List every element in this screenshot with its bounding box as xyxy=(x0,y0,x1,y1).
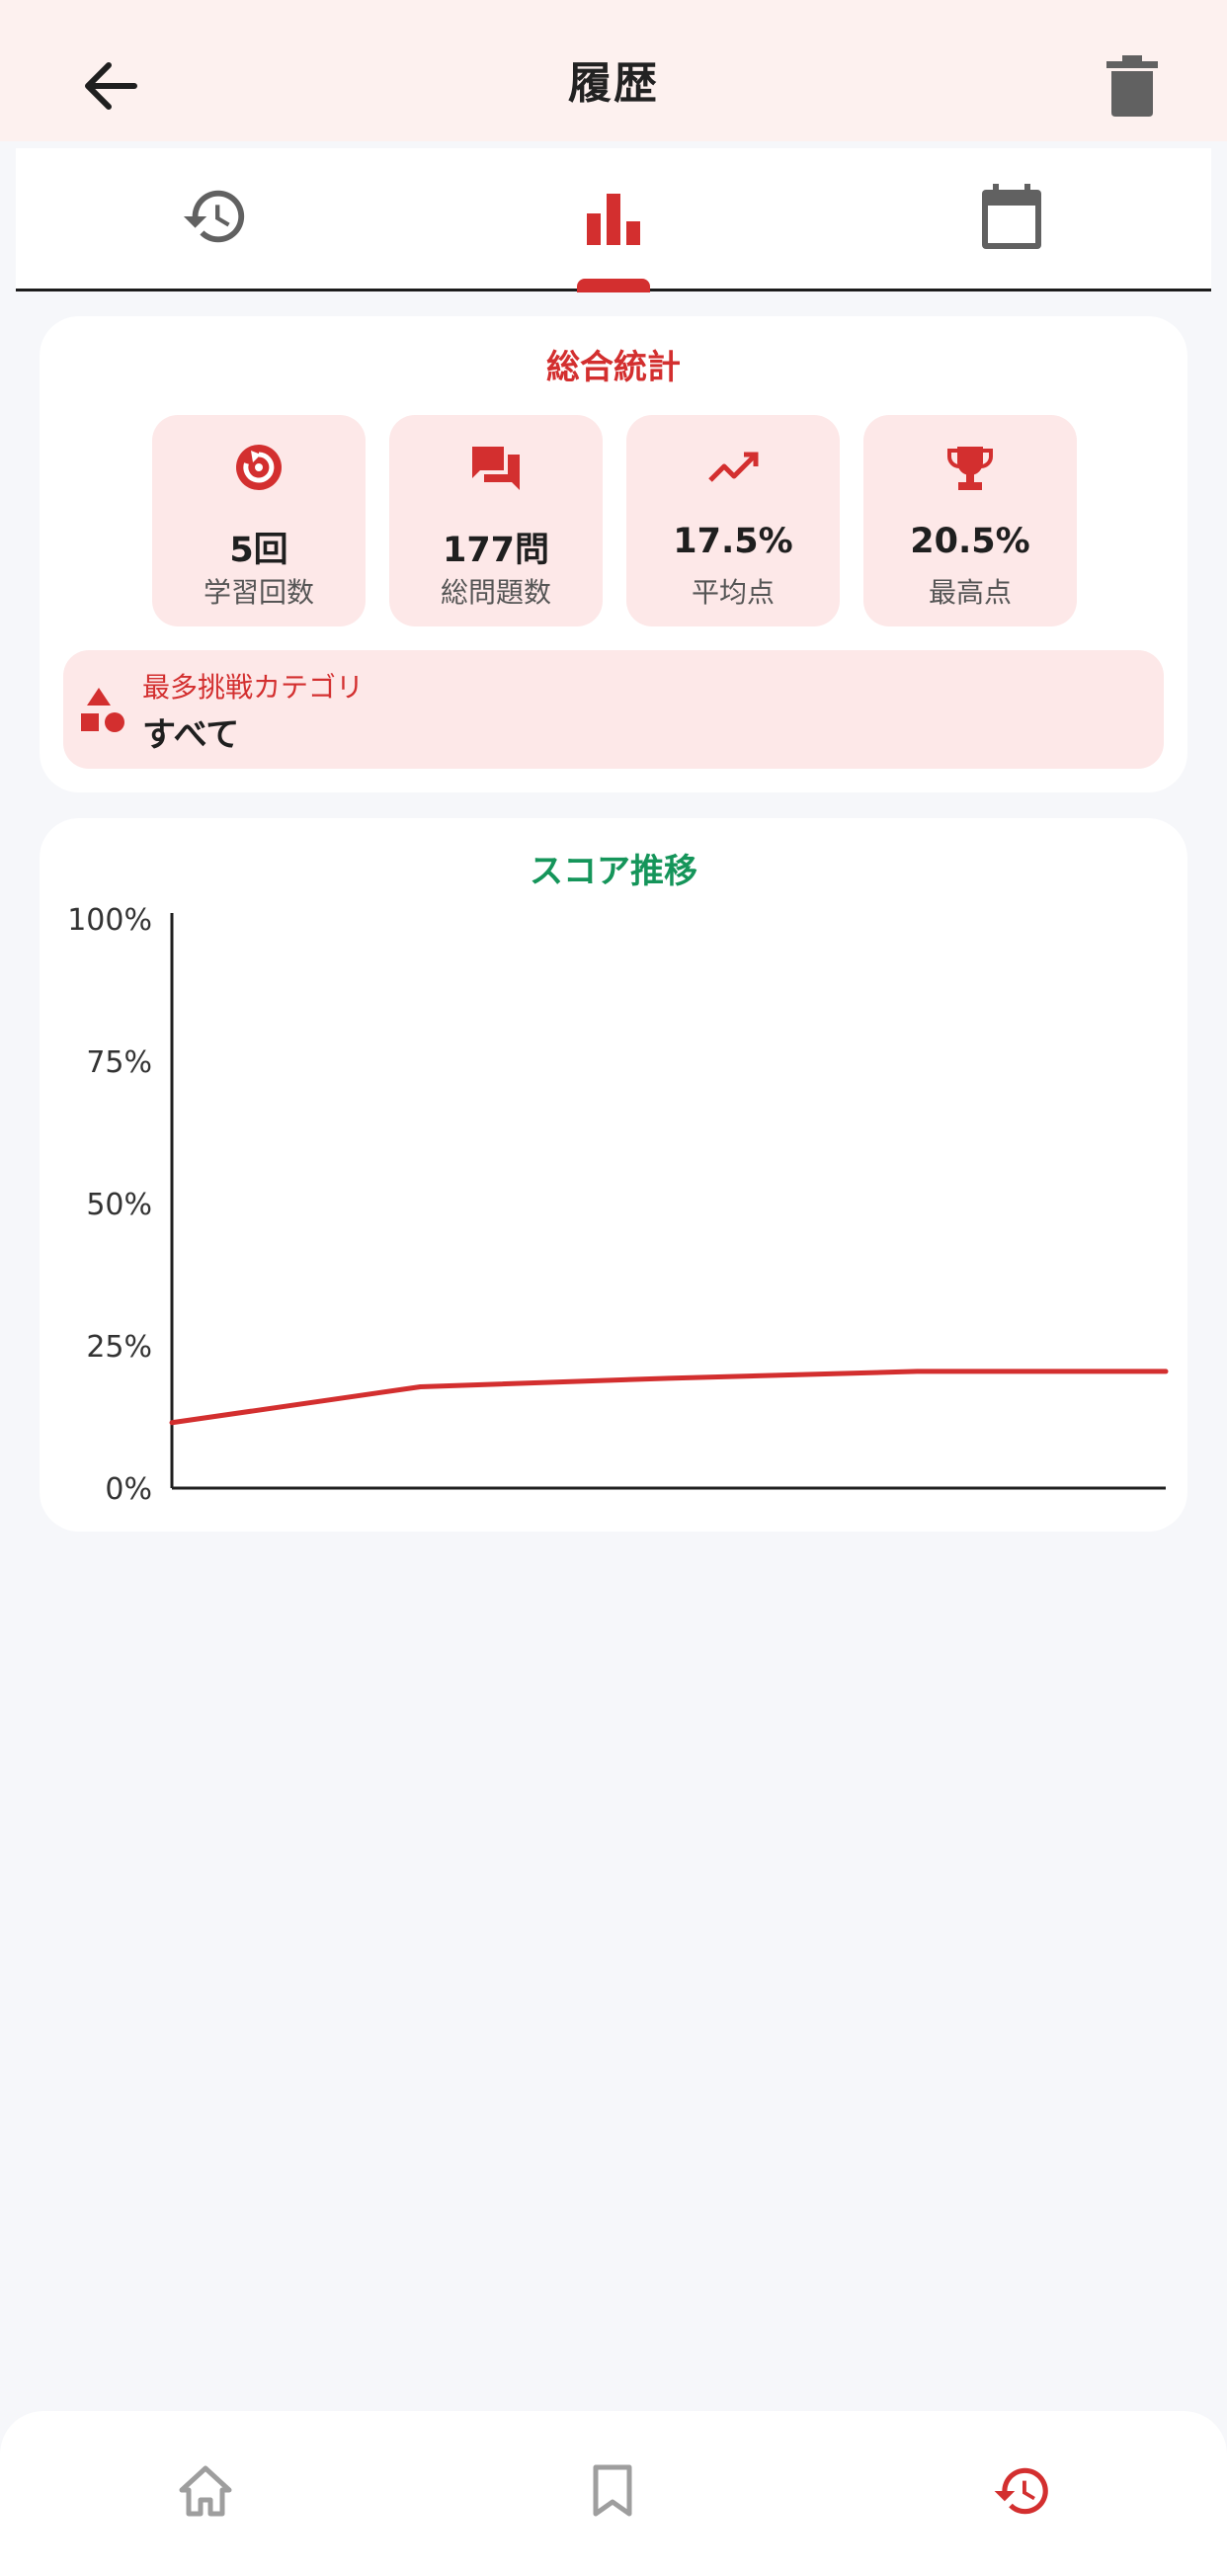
trash-icon[interactable] xyxy=(1104,53,1160,119)
bar-chart-icon xyxy=(586,194,640,245)
calendar-icon xyxy=(981,184,1041,249)
y-tick-label: 75% xyxy=(86,1045,152,1080)
y-tick-label: 25% xyxy=(86,1330,152,1365)
stat-study-count: 5回 学習回数 xyxy=(152,415,366,626)
overall-stats-card: 総合統計 5回 学習回数 177問 総問題数 17.5% 平均点 20.5% 最… xyxy=(40,316,1187,792)
chat-icon xyxy=(472,447,520,490)
score-trend-card: スコア推移 0% 25% 50% 75% 100% xyxy=(40,818,1187,1532)
stat-label: 平均点 xyxy=(691,576,775,609)
stats-card-title: 総合統計 xyxy=(546,348,681,387)
stat-label: 最高点 xyxy=(928,576,1012,609)
tab-active-indicator xyxy=(577,279,650,292)
history-page: 履歴 総合統計 5回 学習回数 177問 総問題数 17.5% 平均点 20.5… xyxy=(0,0,1227,2576)
bookmark-icon[interactable] xyxy=(591,2464,634,2518)
page-title: 履歴 xyxy=(568,58,659,109)
stat-value: 17.5% xyxy=(673,522,793,561)
stat-value: 5回 xyxy=(229,531,288,570)
stat-best-score: 20.5% 最高点 xyxy=(863,415,1077,626)
app-bar: 履歴 xyxy=(0,0,1227,141)
trophy-icon xyxy=(947,447,993,490)
history-icon[interactable] xyxy=(992,2460,1053,2522)
bottom-navigation xyxy=(0,2411,1227,2576)
stat-label: 学習回数 xyxy=(203,576,314,609)
home-icon[interactable] xyxy=(178,2464,233,2518)
top-category-label: 最多挑戦カテゴリ xyxy=(142,671,365,704)
tab-statistics[interactable] xyxy=(414,148,812,289)
stat-value: 177問 xyxy=(442,531,550,570)
stat-label: 総問題数 xyxy=(440,576,551,609)
tab-calendar[interactable] xyxy=(812,148,1210,289)
y-tick-label: 50% xyxy=(86,1188,152,1222)
trending-up-icon xyxy=(708,452,759,482)
category-shapes-icon xyxy=(81,688,124,732)
score-series-line xyxy=(169,1369,1169,1426)
stat-total-questions: 177問 総問題数 xyxy=(389,415,603,626)
stat-value: 20.5% xyxy=(910,522,1030,561)
stat-average-score: 17.5% 平均点 xyxy=(626,415,840,626)
top-category-value: すべて xyxy=(142,715,240,755)
y-tick-label: 0% xyxy=(105,1472,152,1507)
score-trend-chart: 0% 25% 50% 75% 100% xyxy=(67,903,1169,1507)
y-tick-label: 100% xyxy=(67,903,152,938)
replay-icon xyxy=(236,445,282,490)
tab-bar xyxy=(16,148,1211,292)
top-category-bar: 最多挑戦カテゴリ すべて xyxy=(63,650,1164,769)
history-icon xyxy=(183,190,244,243)
tab-history[interactable] xyxy=(16,148,414,289)
